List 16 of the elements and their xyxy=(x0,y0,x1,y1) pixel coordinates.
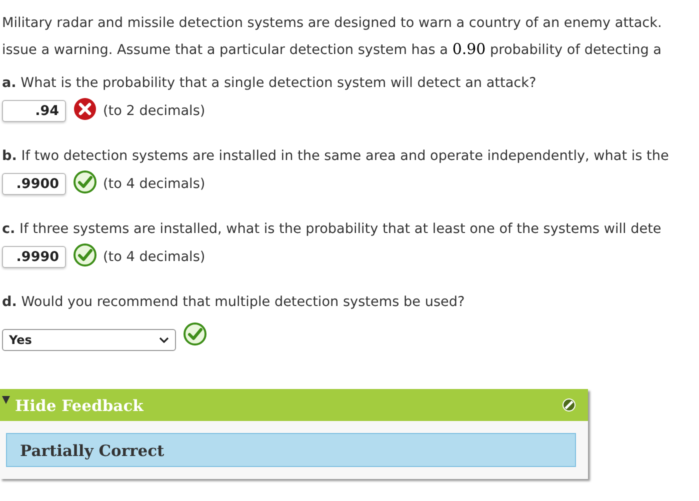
question-text: a. What is the probability that a single detection system will detect an attack? xyxy=(2,74,538,93)
question-text: c. If three systems are installed, what is the probability that at least one of the systems will dete xyxy=(2,220,662,239)
result-banner: Partially Correct xyxy=(6,433,576,467)
question-text: b. If two detection systems are installed in the same area and operate independently, what is the xyxy=(2,147,670,166)
question-text: d. Would you recommend that multiple detection systems be used? xyxy=(2,293,466,312)
decimals-note: (to 4 decimals) xyxy=(103,176,206,192)
problem-text: issue a warning. Assume that a particular detection system has a 0.90 probability of detecting a xyxy=(2,39,662,60)
decimals-note: (to 2 decimals) xyxy=(103,103,206,119)
chevron-icon xyxy=(159,337,169,343)
problem-text: Military radar and missile detection systems are designed to warn a country of an enemy attack. xyxy=(2,14,663,33)
circle-icon xyxy=(562,398,576,412)
answer-field[interactable]: .9900 xyxy=(2,173,66,195)
answer-dropdown[interactable]: Yes xyxy=(2,329,176,351)
answer-field[interactable]: .94 xyxy=(2,100,66,122)
decimals-note: (to 4 decimals) xyxy=(103,249,206,265)
answer-field[interactable]: .9990 xyxy=(2,246,66,268)
